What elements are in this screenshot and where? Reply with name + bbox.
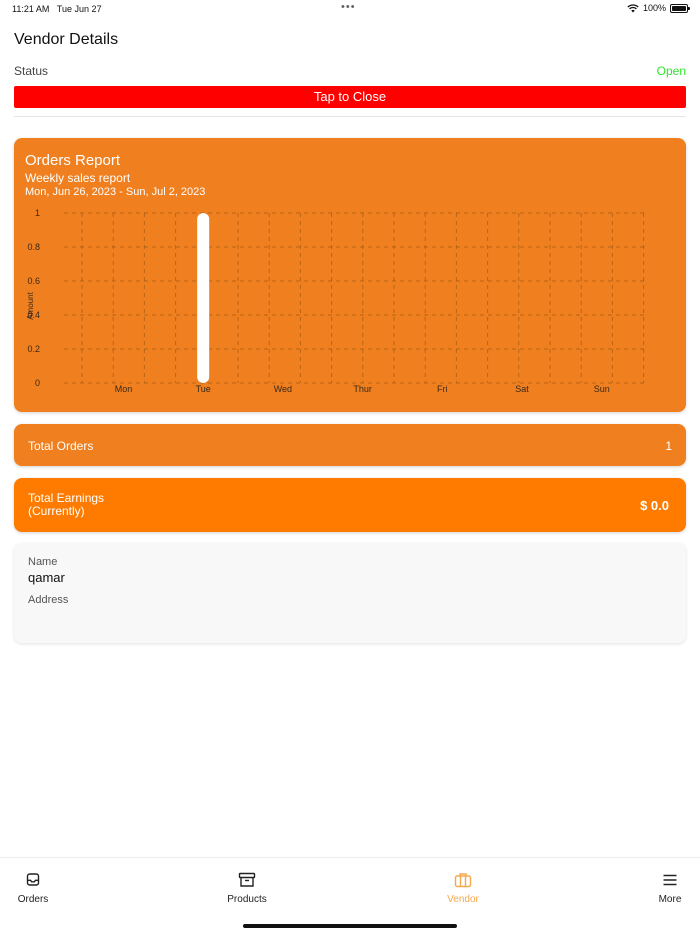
battery-percent: 100% bbox=[642, 3, 666, 13]
report-title: Orders Report bbox=[25, 152, 121, 169]
total-orders-label: Total Orders bbox=[28, 439, 94, 453]
tab-vendor[interactable]: Vendor bbox=[423, 872, 503, 905]
wifi-icon bbox=[627, 3, 639, 12]
tab-more-label: More bbox=[658, 894, 682, 905]
status-row: Status Open bbox=[14, 63, 686, 79]
status-time: 11:21 AM Tue Jun 27 bbox=[12, 4, 102, 14]
status-label: Status bbox=[14, 64, 49, 78]
tab-orders[interactable]: Orders bbox=[0, 872, 73, 905]
status-right: 100% bbox=[627, 3, 690, 13]
bar-tue bbox=[197, 213, 210, 383]
total-earnings-value: $ 0.0 bbox=[640, 498, 669, 513]
y-tick-label: 0.6 bbox=[27, 276, 40, 286]
inbox-icon bbox=[26, 873, 40, 886]
tap-to-close-button[interactable]: Tap to Close bbox=[14, 86, 686, 108]
vendor-info-card: Name qamar Address bbox=[14, 543, 686, 643]
tab-vendor-label: Vendor bbox=[447, 894, 479, 905]
address-label: Address bbox=[28, 594, 69, 606]
orders-report-card: 0 0.2 0.4 0.6 0.8 1 Amount Mon Tue Wed Thur Fri Sat S… bbox=[14, 138, 686, 412]
y-tick-label: 0.2 bbox=[27, 344, 40, 354]
tab-products-label: Products bbox=[227, 894, 267, 905]
tab-products[interactable]: Products bbox=[207, 872, 287, 905]
menu-icon bbox=[663, 874, 677, 886]
archive-box-icon bbox=[238, 872, 256, 887]
x-tick-label: Thur bbox=[353, 384, 372, 394]
multitask-dots-icon[interactable]: ••• bbox=[341, 1, 356, 13]
tab-more[interactable]: More bbox=[630, 872, 700, 905]
page-title: Vendor Details bbox=[14, 31, 119, 48]
tab-orders-label: Orders bbox=[17, 894, 49, 905]
total-orders-value: 1 bbox=[665, 439, 672, 453]
name-value: qamar bbox=[28, 570, 65, 585]
divider bbox=[14, 116, 686, 117]
x-tick-label: Fri bbox=[437, 384, 448, 394]
total-orders-card[interactable]: Total Orders 1 bbox=[14, 424, 686, 466]
status-value: Open bbox=[656, 64, 686, 78]
total-earnings-label: Total Earnings (Currently) bbox=[28, 492, 104, 518]
home-indicator bbox=[243, 924, 457, 928]
y-tick-label: 0 bbox=[35, 378, 40, 388]
status-bar: 11:21 AM Tue Jun 27 ••• 100% bbox=[0, 0, 700, 18]
y-axis-label: Amount bbox=[26, 291, 35, 319]
y-tick-label: 0.8 bbox=[27, 242, 40, 252]
x-tick-label: Sun bbox=[594, 384, 610, 394]
tab-bar: Orders Products Vendor More bbox=[0, 857, 700, 934]
x-tick-label: Tue bbox=[196, 384, 211, 394]
name-label: Name bbox=[28, 556, 58, 568]
battery-icon bbox=[670, 3, 690, 13]
report-subtitle: Weekly sales report bbox=[25, 171, 131, 185]
report-date-range: Mon, Jun 26, 2023 - Sun, Jul 2, 2023 bbox=[25, 186, 206, 198]
briefcase-icon bbox=[454, 873, 472, 888]
x-tick-label: Wed bbox=[274, 384, 292, 394]
x-tick-label: Sat bbox=[515, 384, 529, 394]
y-tick-label: 1 bbox=[35, 208, 40, 218]
x-tick-label: Mon bbox=[115, 384, 133, 394]
total-earnings-label-line2: (Currently) bbox=[28, 504, 85, 518]
total-earnings-card[interactable]: Total Earnings (Currently) $ 0.0 bbox=[14, 478, 686, 532]
